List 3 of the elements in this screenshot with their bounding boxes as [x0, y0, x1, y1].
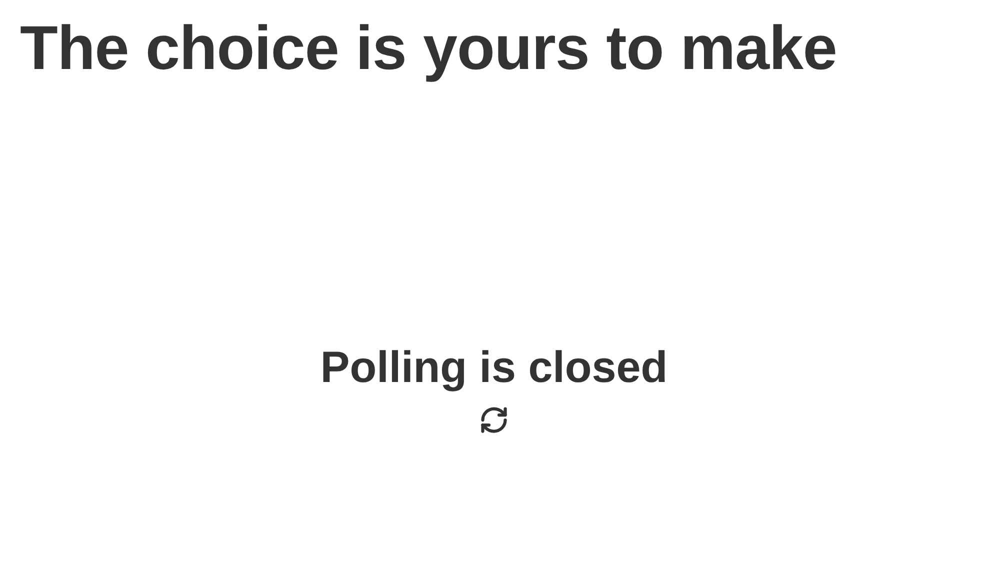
page-title: The choice is yours to make: [20, 13, 838, 85]
status-message: Polling is closed: [320, 344, 668, 393]
refresh-icon[interactable]: [479, 404, 509, 435]
